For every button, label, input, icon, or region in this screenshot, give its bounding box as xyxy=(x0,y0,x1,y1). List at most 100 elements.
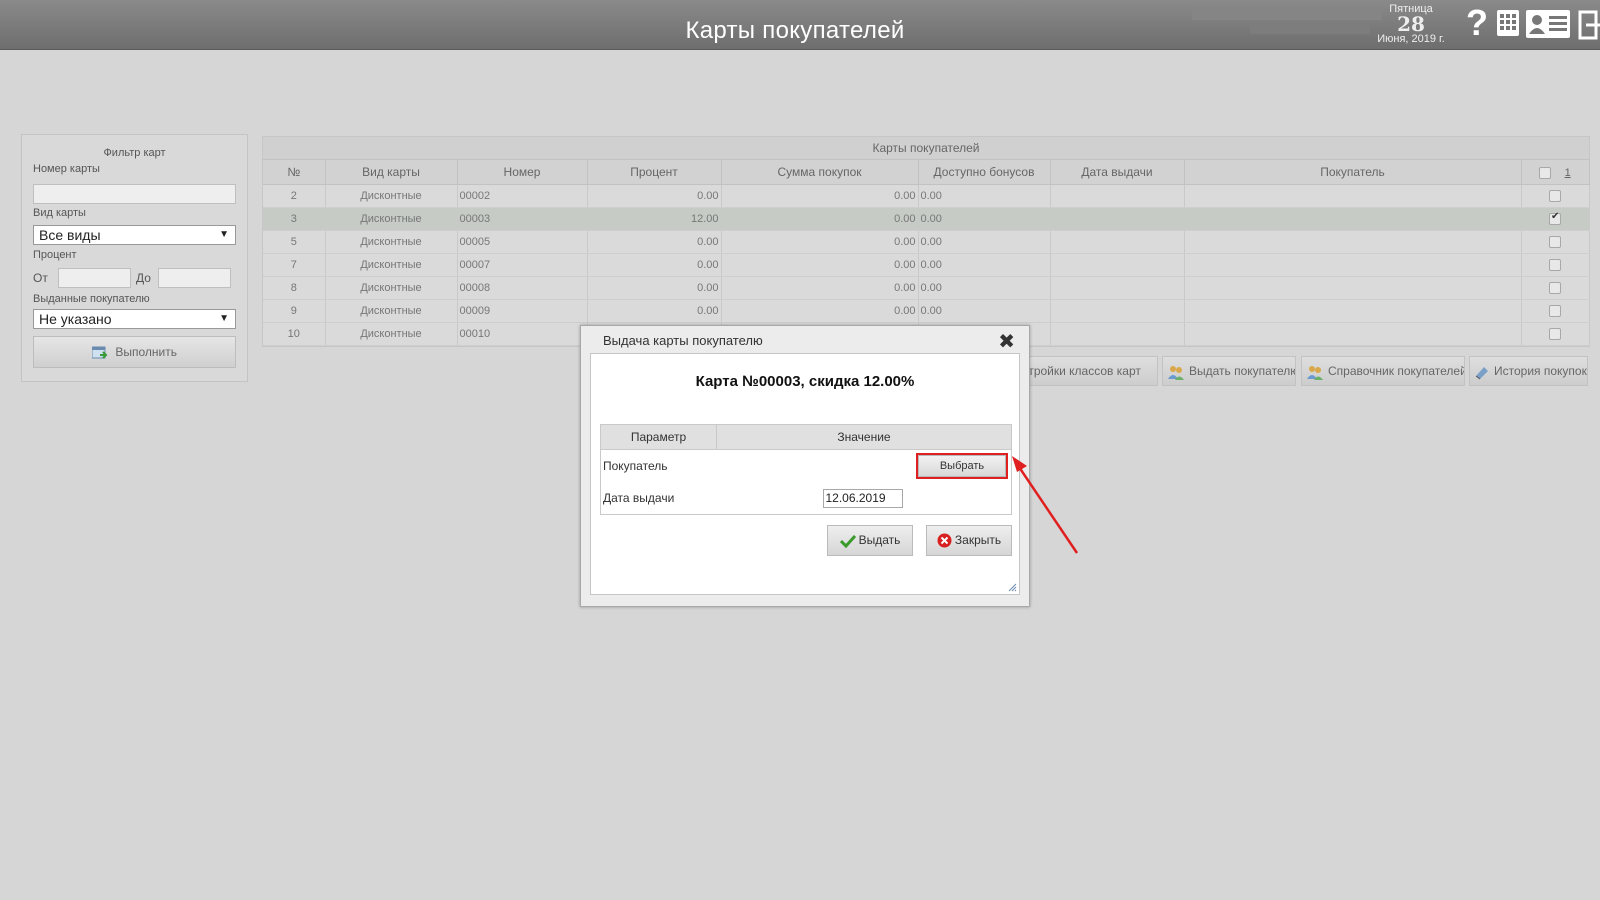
cell-bonus: 0.00 xyxy=(918,184,1051,208)
run-icon xyxy=(91,346,108,359)
card-heading: Карта №00003, скидка 12.00% xyxy=(695,373,915,390)
cell-issue-date xyxy=(1050,207,1185,231)
cell-customer xyxy=(1184,276,1522,300)
customer-directory-button[interactable]: Справочник покупателей xyxy=(1301,356,1465,386)
params-header-row: Параметр Значение xyxy=(600,424,1012,450)
col-parameter: Параметр xyxy=(600,424,717,450)
col-value: Значение xyxy=(716,424,1012,450)
row-checkbox[interactable] xyxy=(1549,305,1561,318)
card-number-label: Номер карты xyxy=(33,163,100,175)
col-bonus[interactable]: Доступно бонусов xyxy=(918,160,1051,185)
cell-card-type: Дисконтные xyxy=(325,322,458,346)
card-number-input[interactable] xyxy=(33,184,236,204)
users-icon xyxy=(1307,365,1323,380)
cell-card-type: Дисконтные xyxy=(325,253,458,277)
cell-checkbox xyxy=(1521,184,1590,208)
percent-from-label: От xyxy=(33,271,48,285)
table-row[interactable]: 3 Дисконтные 00003 12.00 0.00 0.00 xyxy=(263,207,1590,231)
cell-issue-date xyxy=(1050,253,1185,277)
grid-icon[interactable] xyxy=(1496,6,1520,40)
row-checkbox[interactable] xyxy=(1549,328,1561,341)
chevron-down-icon: ▼ xyxy=(219,313,229,324)
cell-bonus: 0.00 xyxy=(918,253,1051,277)
cell-number: 10 xyxy=(263,322,326,346)
cell-issue-date xyxy=(1050,322,1185,346)
issued-value: Не указано xyxy=(39,311,112,327)
col-card-type[interactable]: Вид карты xyxy=(325,160,458,185)
card-type-select[interactable]: Все виды ▼ xyxy=(33,225,236,245)
cell-checkbox xyxy=(1521,322,1590,346)
table-row[interactable]: 2 Дисконтные 00002 0.00 0.00 0.00 xyxy=(263,184,1590,208)
resize-grip-icon[interactable] xyxy=(1007,582,1017,592)
col-percent[interactable]: Процент xyxy=(587,160,722,185)
row-checkbox[interactable] xyxy=(1549,282,1561,295)
cell-card-number: 00005 xyxy=(457,230,588,254)
cell-percent: 0.00 xyxy=(587,299,722,323)
customer-card-icon[interactable] xyxy=(1525,6,1571,40)
cell-percent: 0.00 xyxy=(587,230,722,254)
exit-icon[interactable] xyxy=(1578,6,1600,40)
cell-number: 2 xyxy=(263,184,326,208)
table-row[interactable]: 7 Дисконтные 00007 0.00 0.00 0.00 xyxy=(263,253,1590,277)
cell-bonus: 0.00 xyxy=(918,299,1051,323)
row-checkbox[interactable] xyxy=(1549,211,1561,226)
issue-date-input[interactable]: 12.06.2019 xyxy=(822,488,903,508)
col-issue-date[interactable]: Дата выдачи xyxy=(1050,160,1185,185)
cell-customer xyxy=(1184,230,1522,254)
cell-checkbox xyxy=(1521,230,1590,254)
table-row[interactable]: 5 Дисконтные 00005 0.00 0.00 0.00 xyxy=(263,230,1590,254)
col-number[interactable]: № xyxy=(263,160,326,185)
row-checkbox[interactable] xyxy=(1549,236,1561,249)
card-type-value: Все виды xyxy=(39,227,101,243)
col-select-all: 1 xyxy=(1521,160,1590,185)
percent-to-input[interactable] xyxy=(158,268,231,288)
percent-to-label: До xyxy=(136,271,151,285)
customer-value-cell: Выбрать xyxy=(717,450,1012,483)
cell-card-number: 00009 xyxy=(457,299,588,323)
row-checkbox[interactable] xyxy=(1549,190,1561,203)
col-customer[interactable]: Покупатель xyxy=(1184,160,1522,185)
filter-title: Фильтр карт xyxy=(103,147,166,159)
cell-number: 8 xyxy=(263,276,326,300)
cell-customer xyxy=(1184,184,1522,208)
close-button-label: Закрыть xyxy=(954,533,1002,547)
day-number: 28 xyxy=(1397,12,1425,36)
selected-count[interactable]: 1 xyxy=(1565,167,1571,179)
cell-percent: 0.00 xyxy=(587,253,722,277)
purchase-history-label: История покупок xyxy=(1494,364,1587,378)
issued-label: Выданные покупателю xyxy=(33,293,150,305)
cell-percent: 0.00 xyxy=(587,184,722,208)
col-purchase-sum[interactable]: Сумма покупок xyxy=(721,160,919,185)
row-checkbox[interactable] xyxy=(1549,259,1561,272)
cell-checkbox xyxy=(1521,299,1590,323)
table-caption: Карты покупателей xyxy=(263,137,1589,160)
cell-number: 7 xyxy=(263,253,326,277)
cell-issue-date xyxy=(1050,276,1185,300)
choose-customer-button[interactable]: Выбрать xyxy=(916,453,1008,479)
purchase-history-button[interactable]: История покупок xyxy=(1469,356,1588,386)
issue-to-customer-button[interactable]: Выдать покупателю xyxy=(1162,356,1296,386)
cell-card-number: 00007 xyxy=(457,253,588,277)
run-filter-label: Выполнить xyxy=(115,345,177,359)
close-button[interactable]: Закрыть xyxy=(926,525,1012,556)
cell-bonus: 0.00 xyxy=(918,276,1051,300)
issue-card-dialog: Выдача карты покупателю ✖ Карта №00003, … xyxy=(580,325,1030,607)
col-card-number[interactable]: Номер xyxy=(457,160,588,185)
close-icon[interactable]: ✖ xyxy=(998,329,1015,354)
issued-select[interactable]: Не указано ▼ xyxy=(33,309,236,329)
issue-button[interactable]: Выдать xyxy=(827,525,913,556)
percent-from-input[interactable] xyxy=(58,268,131,288)
cell-card-type: Дисконтные xyxy=(325,207,458,231)
table-row[interactable]: 9 Дисконтные 00009 0.00 0.00 0.00 xyxy=(263,299,1590,323)
run-filter-button[interactable]: Выполнить xyxy=(33,336,236,368)
cell-card-type: Дисконтные xyxy=(325,276,458,300)
table-header-row: № Вид карты Номер Процент Сумма покупок … xyxy=(263,160,1590,185)
param-row-customer: Покупатель Выбрать xyxy=(601,450,1012,483)
help-icon[interactable]: ? xyxy=(1465,5,1489,41)
page-title: Карты покупателей xyxy=(685,17,905,44)
cell-purchase-sum: 0.00 xyxy=(721,230,919,254)
select-all-checkbox[interactable] xyxy=(1539,166,1552,179)
table-row[interactable]: 8 Дисконтные 00008 0.00 0.00 0.00 xyxy=(263,276,1590,300)
issue-date-label: Дата выдачи xyxy=(603,491,675,505)
issue-button-label: Выдать xyxy=(858,533,901,547)
